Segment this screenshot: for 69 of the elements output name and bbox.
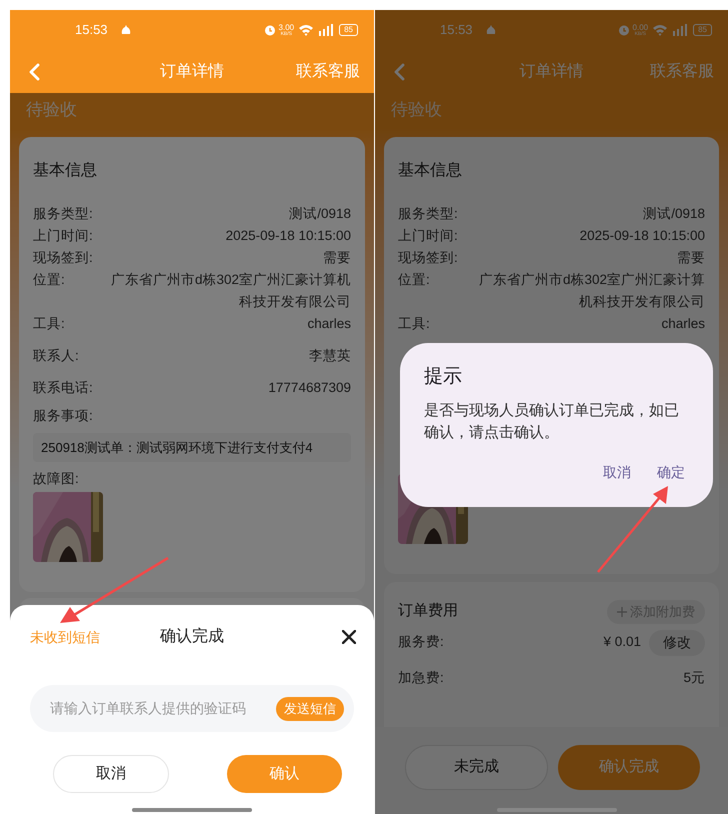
signal-icon [672, 24, 688, 36]
field-value: 17774687309 [267, 378, 351, 396]
field-label: 工具: [33, 314, 66, 332]
wifi-icon [652, 24, 668, 36]
field-label: 联系人: [33, 346, 80, 364]
service-description: 250918测试单：测试弱网环境下进行支付支付4 [33, 432, 351, 462]
signal-icon [318, 24, 334, 36]
incomplete-button[interactable]: 未完成 [405, 745, 548, 790]
edit-button[interactable]: 修改 [649, 630, 705, 656]
field-label: 联系电话: [33, 378, 94, 396]
back-icon[interactable] [28, 62, 40, 80]
sheet-title: 确认完成 [160, 626, 224, 647]
field-label: 上门时间: [33, 226, 94, 244]
field-label: 服务事项: [33, 406, 94, 424]
cancel-button[interactable]: 取消 [53, 755, 169, 793]
battery-indicator: 85 [693, 24, 712, 36]
page-title: 订单详情 [160, 62, 224, 82]
sms-not-received-link[interactable]: 未收到短信 [30, 626, 100, 648]
order-status: 待验收 [390, 99, 443, 121]
field-label: 位置: [398, 270, 431, 288]
field-value: 李慧英 [308, 346, 351, 364]
wifi-icon [298, 24, 314, 36]
cancel-button[interactable]: 取消 [601, 462, 633, 482]
confirm-button[interactable]: 确认 [227, 755, 342, 793]
field-label: 位置: [33, 270, 66, 288]
field-value: 2025-09-18 10:15:00 [224, 226, 351, 244]
send-sms-button[interactable]: 发送短信 [276, 696, 344, 720]
field-label: 故障图: [33, 470, 80, 488]
battery-indicator: 85 [339, 24, 358, 36]
field-label: 加急费: [398, 669, 445, 688]
field-label: 现场签到: [33, 248, 94, 266]
field-label: 上门时间: [398, 226, 459, 244]
field-value: 测试/0918 [642, 204, 705, 222]
field-value: 2025-09-18 10:15:00 [578, 226, 705, 244]
confirm-complete-button[interactable]: 确认完成 [558, 745, 700, 790]
ok-button[interactable]: 确定 [655, 462, 687, 482]
field-value: 需要 [676, 248, 705, 266]
field-value: charles [306, 314, 351, 332]
alarm-icon [618, 24, 630, 36]
field-value: charles [660, 314, 705, 332]
status-time: 15:53 [75, 21, 108, 40]
section-title: 基本信息 [398, 160, 463, 180]
order-status: 待验收 [25, 99, 78, 121]
back-icon[interactable] [393, 62, 405, 80]
field-label: 工具: [398, 314, 431, 332]
dialog-title: 提示 [424, 365, 463, 389]
field-label: 现场签到: [398, 248, 459, 266]
network-speed: 3.00 [278, 24, 294, 32]
field-value: 5元 [683, 669, 705, 688]
contact-service-link[interactable]: 联系客服 [650, 60, 714, 84]
verification-code-field[interactable]: 请输入订单联系人提供的验证码 发送短信 [30, 685, 354, 732]
field-label: 服务类型: [398, 204, 459, 222]
notification-icon [484, 24, 497, 36]
status-time: 15:53 [440, 21, 473, 40]
plus-icon [617, 606, 627, 616]
field-label: 服务费: [398, 633, 445, 652]
notification-icon [120, 24, 132, 36]
dialog-message: 是否与现场人员确认订单已完成，如已确认，请点击确认。 [424, 400, 680, 442]
page-title: 订单详情 [520, 62, 584, 82]
field-value: 需要 [322, 248, 351, 266]
contact-service-link[interactable]: 联系客服 [296, 60, 360, 84]
network-speed: 0.00 [632, 24, 648, 32]
alarm-icon [264, 24, 276, 36]
close-icon[interactable] [342, 630, 356, 644]
section-title: 订单费用 [398, 601, 458, 622]
field-value: ¥ 0.01 [603, 633, 641, 652]
section-title: 基本信息 [33, 160, 98, 180]
field-label: 服务类型: [33, 204, 94, 222]
field-value: 测试/0918 [288, 204, 351, 222]
